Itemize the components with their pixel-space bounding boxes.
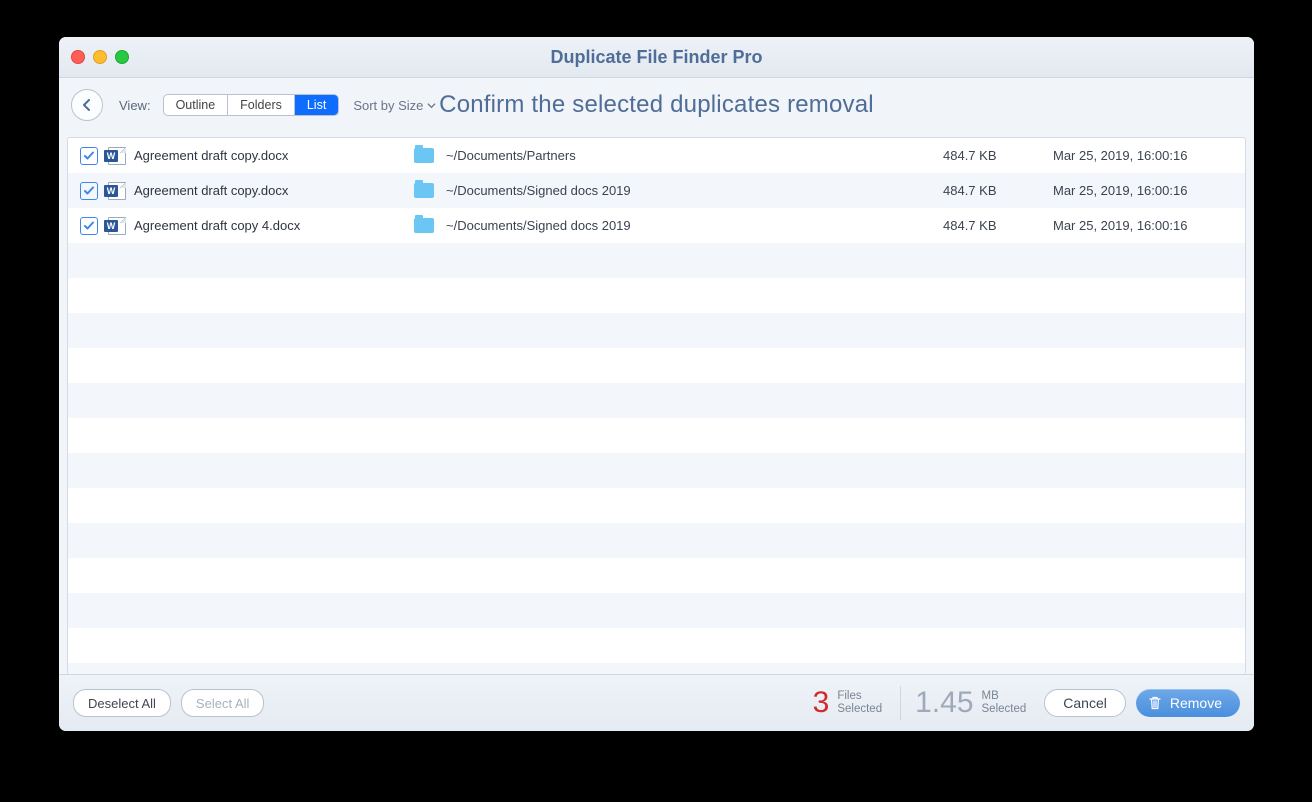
- file-size: 484.7 KB: [943, 183, 1053, 198]
- deselect-all-button[interactable]: Deselect All: [73, 689, 171, 717]
- sort-menu[interactable]: Sort by Size: [353, 98, 436, 113]
- titlebar: Duplicate File Finder Pro: [59, 37, 1254, 78]
- view-folders[interactable]: Folders: [227, 95, 294, 115]
- table-row[interactable]: W Agreement draft copy 4.docx ~/Documents/…: [68, 208, 1245, 243]
- files-label-top: Files: [837, 690, 882, 703]
- remove-label: Remove: [1170, 695, 1222, 711]
- chevron-down-icon: [427, 101, 436, 110]
- view-list[interactable]: List: [294, 95, 338, 115]
- trash-icon: [1148, 696, 1162, 710]
- row-checkbox[interactable]: [80, 147, 98, 165]
- toolbar: View: Outline Folders List Sort by Size …: [59, 78, 1254, 132]
- remove-button[interactable]: Remove: [1136, 689, 1240, 717]
- empty-row: [68, 593, 1245, 628]
- table-row[interactable]: W Agreement draft copy.docx ~/Documents/Si…: [68, 173, 1245, 208]
- folder-icon: [414, 148, 434, 163]
- minimize-window-button[interactable]: [93, 50, 107, 64]
- word-file-icon: W: [108, 147, 126, 165]
- file-name: Agreement draft copy.docx: [134, 148, 414, 163]
- size-selected-value: 1.45: [915, 688, 973, 718]
- empty-row: [68, 348, 1245, 383]
- empty-row: [68, 453, 1245, 488]
- empty-row: [68, 558, 1245, 593]
- table-row[interactable]: W Agreement draft copy.docx ~/Documents/Pa…: [68, 138, 1245, 173]
- files-label-bottom: Selected: [837, 703, 882, 716]
- zoom-window-button[interactable]: [115, 50, 129, 64]
- chevron-left-icon: [81, 99, 93, 111]
- folder-icon: [414, 183, 434, 198]
- size-label-bottom: Selected: [982, 703, 1027, 716]
- row-checkbox[interactable]: [80, 217, 98, 235]
- size-label-top: MB: [982, 690, 1027, 703]
- file-size: 484.7 KB: [943, 148, 1053, 163]
- view-outline[interactable]: Outline: [164, 95, 228, 115]
- footer-divider: [900, 686, 901, 720]
- files-selected-counter: 3 Files Selected: [813, 688, 882, 718]
- window-controls: [71, 50, 129, 64]
- duplicates-list: W Agreement draft copy.docx ~/Documents/Pa…: [67, 137, 1246, 675]
- view-segmented-control: Outline Folders List: [163, 94, 340, 116]
- folder-icon: [414, 218, 434, 233]
- empty-row: [68, 313, 1245, 348]
- view-label: View:: [119, 98, 151, 113]
- empty-row: [68, 383, 1245, 418]
- app-window: Duplicate File Finder Pro View: Outline …: [59, 37, 1254, 731]
- select-all-button[interactable]: Select All: [181, 689, 264, 717]
- file-path: ~/Documents/Signed docs 2019: [446, 183, 943, 198]
- file-name: Agreement draft copy.docx: [134, 183, 414, 198]
- size-selected-counter: 1.45 MB Selected: [915, 688, 1026, 718]
- files-selected-count: 3: [813, 688, 830, 718]
- sort-label: Sort by Size: [353, 98, 423, 113]
- window-title: Duplicate File Finder Pro: [59, 47, 1254, 68]
- file-date: Mar 25, 2019, 16:00:16: [1053, 183, 1233, 198]
- file-path: ~/Documents/Partners: [446, 148, 943, 163]
- file-path: ~/Documents/Signed docs 2019: [446, 218, 943, 233]
- word-file-icon: W: [108, 182, 126, 200]
- file-date: Mar 25, 2019, 16:00:16: [1053, 148, 1233, 163]
- empty-row: [68, 523, 1245, 558]
- word-file-icon: W: [108, 217, 126, 235]
- empty-row: [68, 418, 1245, 453]
- empty-row: [68, 243, 1245, 278]
- file-date: Mar 25, 2019, 16:00:16: [1053, 218, 1233, 233]
- file-name: Agreement draft copy 4.docx: [134, 218, 414, 233]
- empty-row: [68, 488, 1245, 523]
- row-checkbox[interactable]: [80, 182, 98, 200]
- file-size: 484.7 KB: [943, 218, 1053, 233]
- back-button[interactable]: [71, 89, 103, 121]
- empty-row: [68, 628, 1245, 663]
- close-window-button[interactable]: [71, 50, 85, 64]
- cancel-button[interactable]: Cancel: [1044, 689, 1126, 717]
- empty-row: [68, 278, 1245, 313]
- footer: Deselect All Select All 3 Files Selected…: [59, 674, 1254, 731]
